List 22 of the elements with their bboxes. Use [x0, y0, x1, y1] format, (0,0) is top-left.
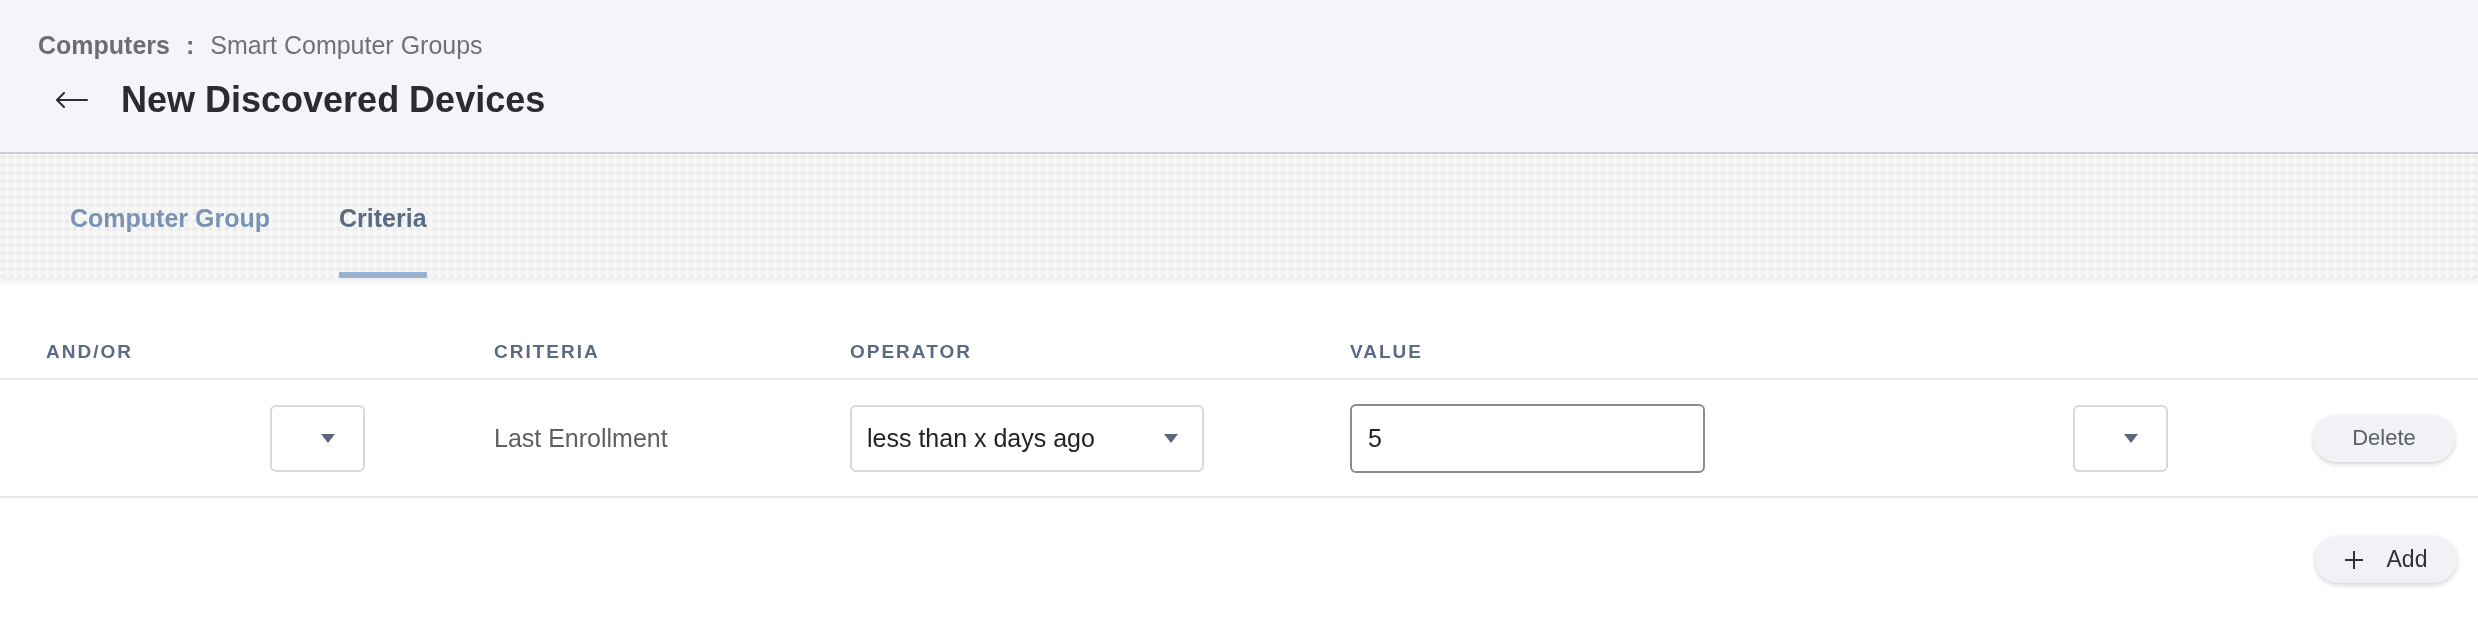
tab[interactable]: Computer Group	[70, 154, 270, 278]
breadcrumb-current: Smart Computer Groups	[210, 30, 483, 60]
back-arrow-icon[interactable]	[56, 92, 88, 108]
breadcrumb-separator: :	[185, 30, 195, 60]
criteria-cell: Last Enrollment	[494, 423, 668, 453]
select-field[interactable]	[270, 404, 365, 472]
column-header: CRITERIA	[494, 340, 600, 364]
caret-icon	[2124, 433, 2138, 443]
tab[interactable]: Criteria	[339, 154, 427, 278]
caret-icon	[1164, 433, 1178, 443]
caret-icon	[321, 433, 335, 443]
breadcrumb-link[interactable]: Computers	[38, 30, 170, 60]
select-field[interactable]	[2073, 404, 2168, 472]
column-header: OPERATOR	[850, 340, 972, 364]
column-header: AND/OR	[46, 340, 133, 364]
delete-button[interactable]: Delete	[2313, 414, 2455, 462]
page-title: New Discovered Devices	[121, 78, 546, 122]
operator-select[interactable]: less than x days ago	[850, 404, 1204, 472]
column-header: VALUE	[1350, 340, 1423, 364]
value-field[interactable]: 5	[1350, 403, 1705, 473]
add-button[interactable]: Add	[2315, 536, 2457, 583]
plus-icon	[2344, 550, 2363, 569]
